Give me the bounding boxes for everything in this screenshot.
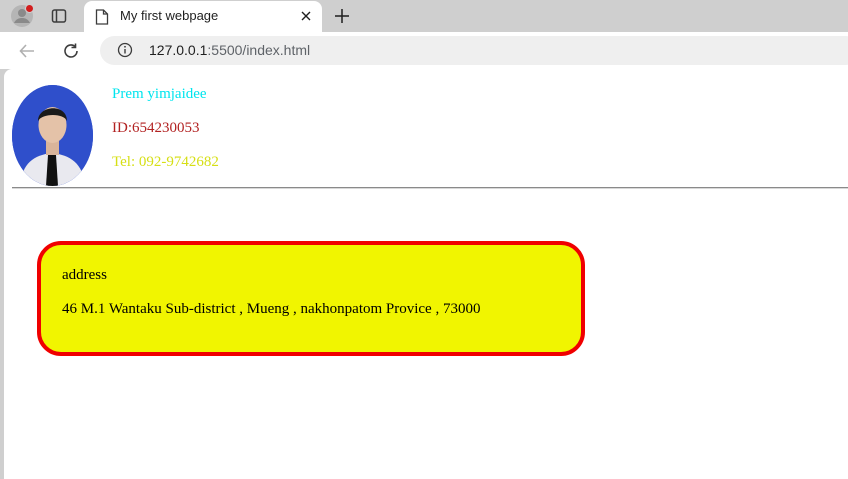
close-icon[interactable] [298, 8, 314, 24]
horizontal-divider [12, 187, 848, 189]
tab-title: My first webpage [120, 8, 219, 23]
tab-actions-icon[interactable] [47, 4, 71, 28]
profile-name: Prem yimjaidee [112, 86, 207, 102]
url-path: :5500/index.html [207, 42, 311, 58]
browser-tab-strip: My first webpage [0, 0, 848, 32]
browser-toolbar: 127.0.0.1:5500/index.html [0, 32, 848, 69]
profile-tel: Tel: 092-9742682 [112, 154, 219, 170]
reload-icon[interactable] [59, 39, 83, 63]
notification-dot [25, 4, 34, 13]
url-text: 127.0.0.1:5500/index.html [149, 42, 310, 58]
address-box: address 46 M.1 Wantaku Sub-district , Mu… [37, 241, 585, 356]
profile-icon[interactable] [10, 4, 34, 28]
new-tab-icon[interactable] [331, 5, 353, 27]
address-bar[interactable]: 127.0.0.1:5500/index.html [100, 36, 848, 65]
back-arrow-icon[interactable] [15, 39, 39, 63]
profile-photo [12, 85, 93, 186]
profile-id: ID:654230053 [112, 120, 200, 136]
address-text: 46 M.1 Wantaku Sub-district , Mueng , na… [62, 301, 481, 317]
url-host: 127.0.0.1 [149, 42, 208, 58]
tab-active[interactable]: My first webpage [84, 1, 322, 32]
page-viewport: Prem yimjaidee ID:654230053 Tel: 092-974… [4, 69, 848, 479]
page-favicon-icon [95, 9, 109, 25]
address-label: address [62, 267, 107, 283]
site-info-icon[interactable] [117, 42, 133, 58]
